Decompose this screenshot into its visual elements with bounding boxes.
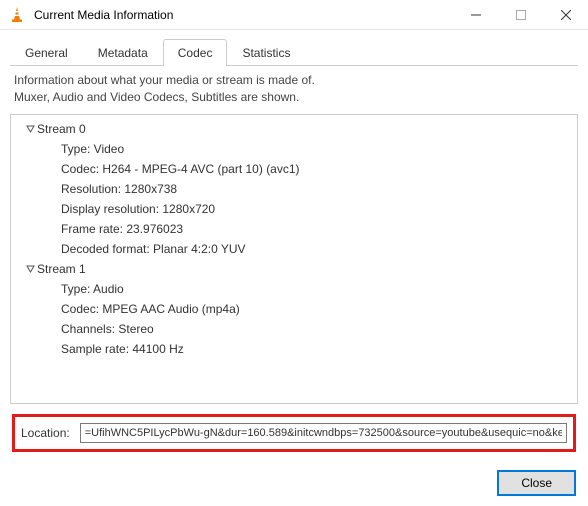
tab-general[interactable]: General <box>10 39 83 66</box>
tab-statistics[interactable]: Statistics <box>227 39 305 66</box>
window-title: Current Media Information <box>34 8 453 22</box>
codec-prop: Type: Audio <box>13 279 575 299</box>
location-section: Location: <box>0 404 588 464</box>
maximize-button[interactable] <box>498 0 543 30</box>
desc-line-1: Information about what your media or str… <box>14 72 574 89</box>
stream-name: Stream 1 <box>37 260 86 278</box>
chevron-down-icon[interactable] <box>23 264 37 273</box>
location-input[interactable] <box>80 423 567 443</box>
vlc-cone-icon <box>8 6 26 24</box>
stream-header-0[interactable]: Stream 0 <box>13 119 575 139</box>
codec-prop: Codec: MPEG AAC Audio (mp4a) <box>13 299 575 319</box>
codec-prop: Resolution: 1280x738 <box>13 179 575 199</box>
minimize-button[interactable] <box>453 0 498 30</box>
location-label: Location: <box>21 426 70 440</box>
location-highlight: Location: <box>12 414 576 452</box>
codec-description: Information about what your media or str… <box>14 72 574 106</box>
dialog-footer: Close <box>0 464 588 506</box>
codec-prop: Sample rate: 44100 Hz <box>13 339 575 359</box>
codec-prop: Codec: H264 - MPEG-4 AVC (part 10) (avc1… <box>13 159 575 179</box>
codec-prop: Display resolution: 1280x720 <box>13 199 575 219</box>
tab-bar: General Metadata Codec Statistics <box>10 38 578 66</box>
close-dialog-button[interactable]: Close <box>497 470 576 496</box>
codec-tree[interactable]: Stream 0 Type: Video Codec: H264 - MPEG-… <box>10 114 578 404</box>
stream-name: Stream 0 <box>37 120 86 138</box>
codec-prop: Frame rate: 23.976023 <box>13 219 575 239</box>
chevron-down-icon[interactable] <box>23 124 37 133</box>
close-button[interactable] <box>543 0 588 30</box>
window-controls <box>453 0 588 30</box>
stream-header-1[interactable]: Stream 1 <box>13 259 575 279</box>
tab-metadata[interactable]: Metadata <box>83 39 163 66</box>
titlebar: Current Media Information <box>0 0 588 30</box>
codec-prop: Decoded format: Planar 4:2:0 YUV <box>13 239 575 259</box>
tab-codec[interactable]: Codec <box>163 39 228 66</box>
desc-line-2: Muxer, Audio and Video Codecs, Subtitles… <box>14 89 574 106</box>
codec-prop: Channels: Stereo <box>13 319 575 339</box>
codec-prop: Type: Video <box>13 139 575 159</box>
content-area: General Metadata Codec Statistics Inform… <box>0 30 588 404</box>
